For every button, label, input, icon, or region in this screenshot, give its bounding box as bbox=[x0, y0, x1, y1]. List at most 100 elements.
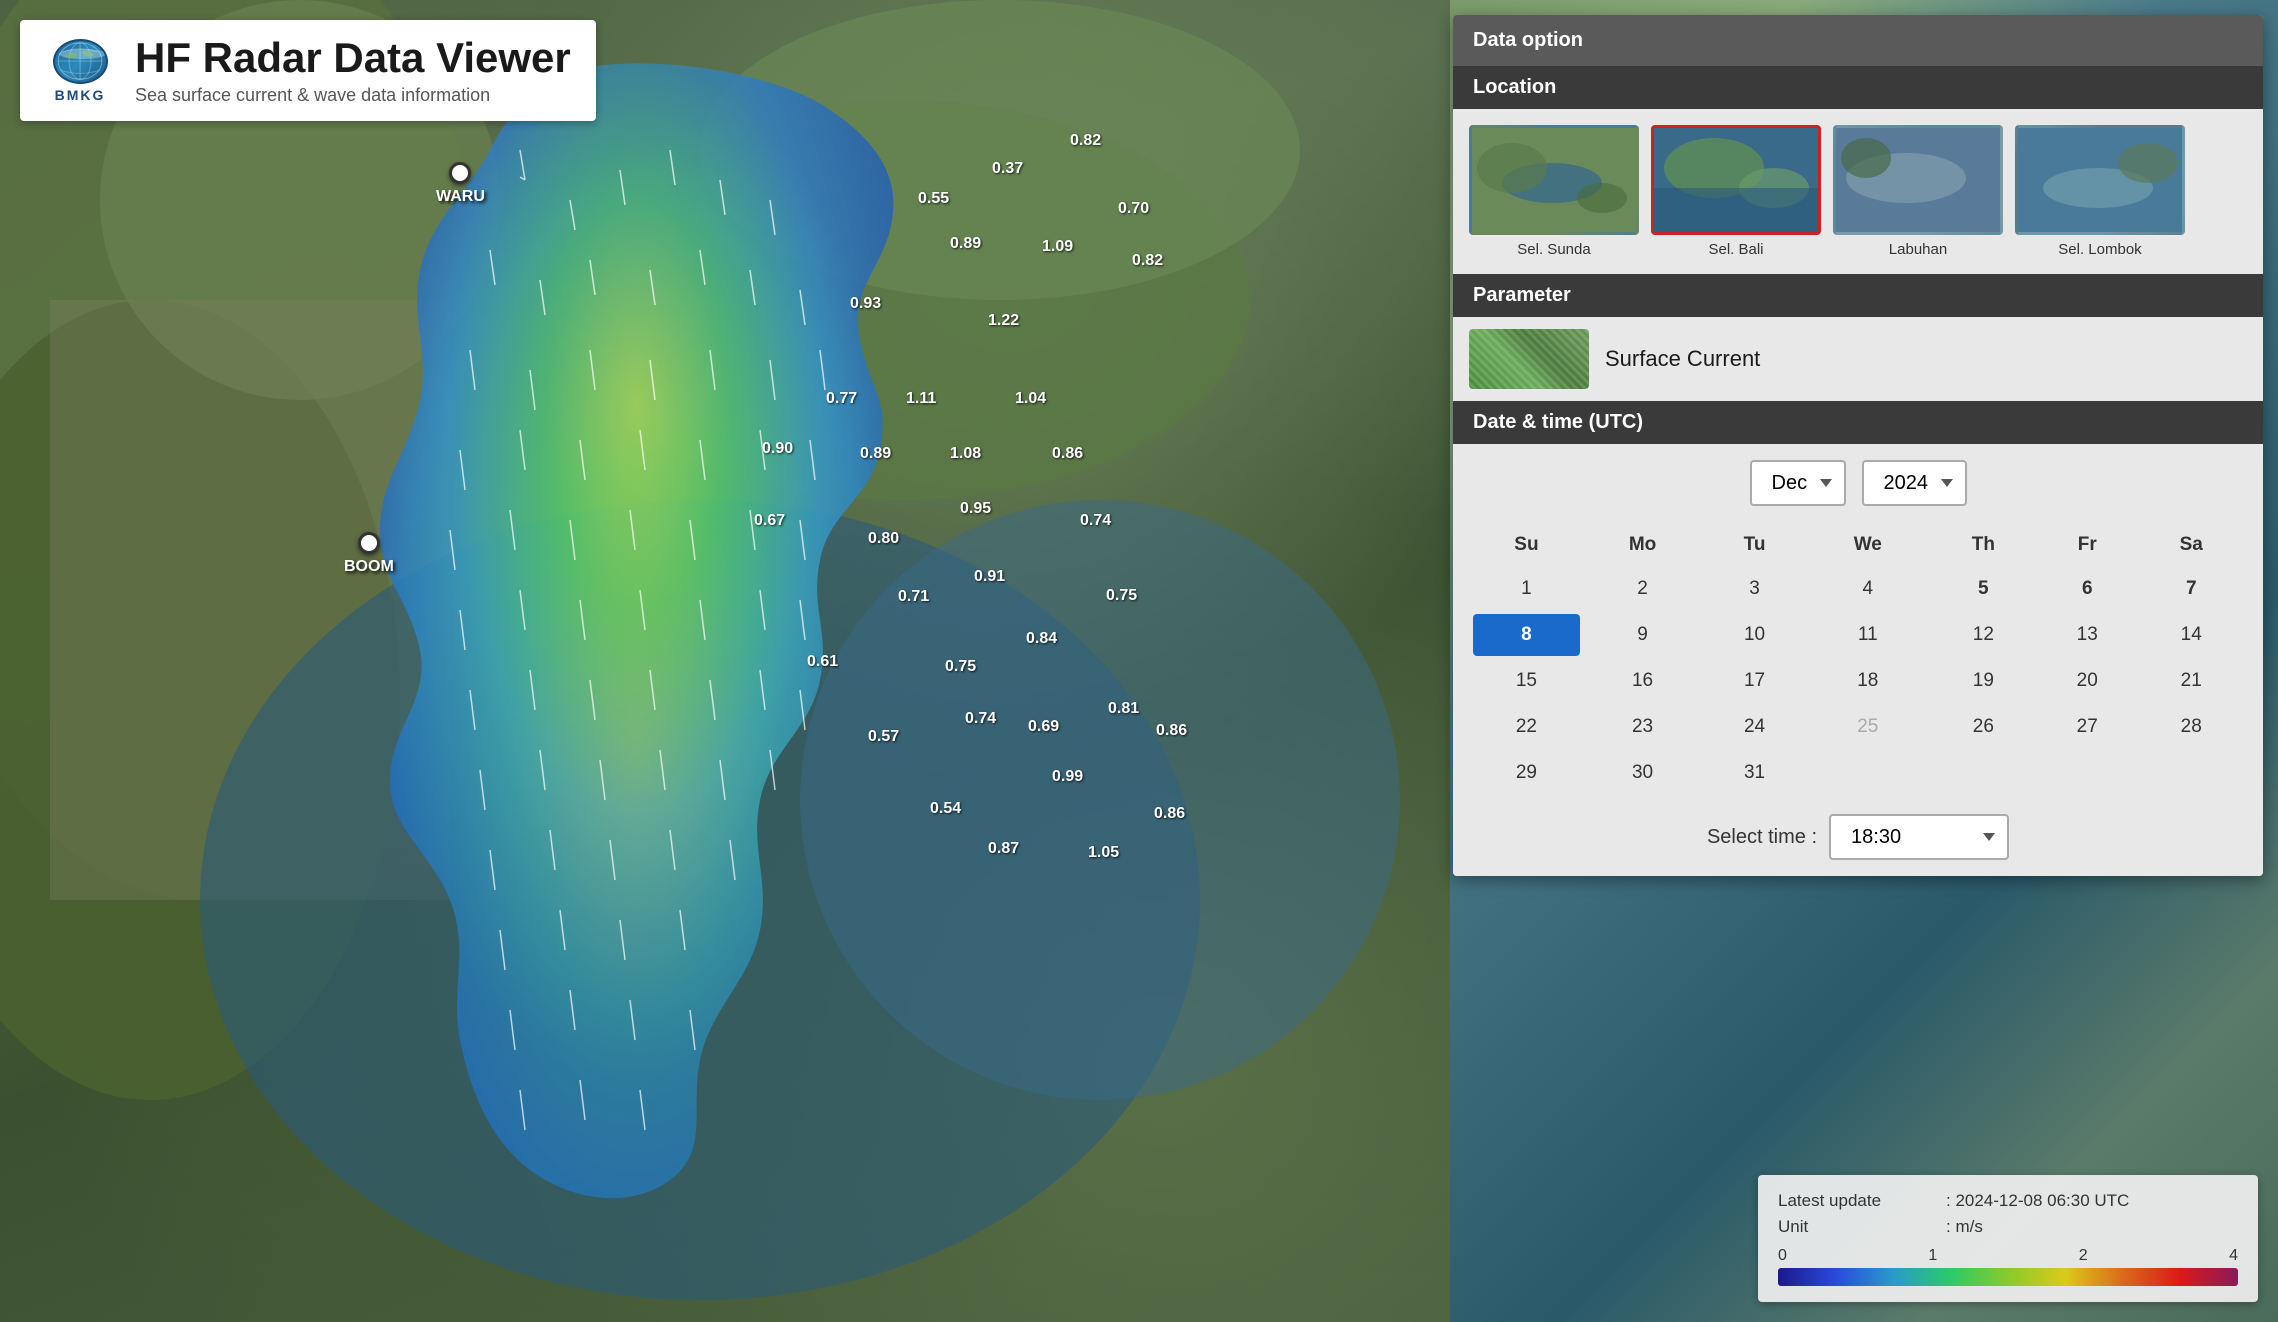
header-title-area: HF Radar Data Viewer Sea surface current… bbox=[135, 35, 571, 106]
location-sel-sunda[interactable]: Sel. Sunda bbox=[1469, 125, 1639, 258]
weekday-header-we: We bbox=[1808, 526, 1928, 564]
calendar-day-11[interactable]: 11 bbox=[1808, 614, 1928, 656]
unit-label: Unit bbox=[1778, 1217, 1938, 1237]
calendar-day-14[interactable]: 14 bbox=[2139, 614, 2243, 656]
right-panel: Data option Location Sel. Sunda bbox=[1453, 15, 2263, 876]
calendar-day-10[interactable]: 10 bbox=[1705, 614, 1804, 656]
calendar-day-1[interactable]: 1 bbox=[1473, 568, 1580, 610]
scale-labels: 0124 bbox=[1778, 1247, 2238, 1265]
param-preview bbox=[1469, 329, 1589, 389]
data-point-21: 0.91 bbox=[974, 568, 1005, 586]
logo: BMKG bbox=[45, 36, 115, 106]
scale-bar bbox=[1778, 1268, 2238, 1286]
data-point-7: 0.93 bbox=[850, 295, 881, 313]
location-sel-bali[interactable]: Sel. Bali bbox=[1651, 125, 1821, 258]
latest-update-row: Latest update : 2024-12-08 06:30 UTC bbox=[1778, 1191, 2238, 1211]
logo-globe-svg bbox=[55, 41, 106, 82]
data-point-6: 0.82 bbox=[1132, 252, 1163, 270]
calendar-table: SuMoTuWeThFrSa 1234567891011121314151617… bbox=[1469, 522, 2247, 798]
time-selector-row: Select time : 18:30 bbox=[1469, 814, 2247, 860]
parameter-section-header: Parameter bbox=[1453, 274, 2263, 317]
marker-waru: WARU bbox=[436, 162, 485, 206]
data-point-18: 0.95 bbox=[960, 500, 991, 518]
data-point-13: 0.89 bbox=[860, 445, 891, 463]
data-point-11: 1.04 bbox=[1015, 390, 1046, 408]
weekday-header-th: Th bbox=[1932, 526, 2035, 564]
calendar-day-7[interactable]: 7 bbox=[2139, 568, 2243, 610]
data-point-15: 0.86 bbox=[1052, 445, 1083, 463]
calendar-day-6[interactable]: 6 bbox=[2039, 568, 2135, 610]
data-point-34: 0.87 bbox=[988, 840, 1019, 858]
calendar-day-21[interactable]: 21 bbox=[2139, 660, 2243, 702]
data-point-26: 0.81 bbox=[1108, 700, 1139, 718]
logo-globe bbox=[53, 39, 108, 84]
calendar-day-16[interactable]: 16 bbox=[1584, 660, 1701, 702]
calendar-day-30[interactable]: 30 bbox=[1584, 752, 1701, 794]
time-selector[interactable]: 18:30 bbox=[1829, 814, 2009, 860]
param-label: Surface Current bbox=[1605, 346, 1760, 372]
unit-value: : m/s bbox=[1946, 1217, 1983, 1237]
calendar-day-23[interactable]: 23 bbox=[1584, 706, 1701, 748]
data-point-28: 0.74 bbox=[965, 710, 996, 728]
location-grid: Sel. Sunda Sel. Bali Labuha bbox=[1453, 109, 2263, 274]
calendar-day-9[interactable]: 9 bbox=[1584, 614, 1701, 656]
month-year-selectors: Dec 2024 bbox=[1469, 460, 2247, 506]
scale-label-4: 4 bbox=[2229, 1247, 2238, 1265]
time-label: Select time : bbox=[1707, 826, 1817, 849]
calendar-day-24[interactable]: 24 bbox=[1705, 706, 1804, 748]
calendar-day-3[interactable]: 3 bbox=[1705, 568, 1804, 610]
calendar-day-19[interactable]: 19 bbox=[1932, 660, 2035, 702]
marker-label-boom: BOOM bbox=[344, 558, 394, 576]
calendar-day-28[interactable]: 28 bbox=[2139, 706, 2243, 748]
calendar-day-20[interactable]: 20 bbox=[2039, 660, 2135, 702]
data-point-23: 0.61 bbox=[807, 653, 838, 671]
calendar-day-26[interactable]: 26 bbox=[1932, 706, 2035, 748]
latest-update-label: Latest update bbox=[1778, 1191, 1938, 1211]
weekday-header-fr: Fr bbox=[2039, 526, 2135, 564]
calendar-day-18[interactable]: 18 bbox=[1808, 660, 1928, 702]
data-point-33: 0.86 bbox=[1154, 805, 1185, 823]
data-point-32: 0.99 bbox=[1052, 768, 1083, 786]
calendar-day-empty bbox=[1932, 752, 2035, 794]
calendar-day-17[interactable]: 17 bbox=[1705, 660, 1804, 702]
data-point-1: 0.37 bbox=[992, 160, 1023, 178]
scale-bar-container: 0124 bbox=[1778, 1247, 2238, 1286]
datetime-section-header: Date & time (UTC) bbox=[1453, 401, 2263, 444]
data-point-19: 0.74 bbox=[1080, 512, 1111, 530]
calendar-day-empty bbox=[2039, 752, 2135, 794]
calendar-day-13[interactable]: 13 bbox=[2039, 614, 2135, 656]
calendar-day-22[interactable]: 22 bbox=[1473, 706, 1580, 748]
weekday-header-tu: Tu bbox=[1705, 526, 1804, 564]
calendar-day-25[interactable]: 25 bbox=[1808, 706, 1928, 748]
thumb-sel-sunda-img bbox=[1469, 125, 1639, 235]
calendar-day-empty bbox=[1808, 752, 1928, 794]
month-selector[interactable]: Dec bbox=[1750, 460, 1846, 506]
thumb-labuhan-label: Labuhan bbox=[1889, 241, 1947, 258]
data-point-35: 1.05 bbox=[1088, 844, 1119, 862]
year-selector[interactable]: 2024 bbox=[1862, 460, 1967, 506]
calendar-day-27[interactable]: 27 bbox=[2039, 706, 2135, 748]
data-point-12: 0.90 bbox=[762, 440, 793, 458]
thumb-sel-bali-img bbox=[1651, 125, 1821, 235]
calendar-day-12[interactable]: 12 bbox=[1932, 614, 2035, 656]
scale-label-2: 2 bbox=[2079, 1247, 2088, 1265]
calendar-day-2[interactable]: 2 bbox=[1584, 568, 1701, 610]
weekday-header-su: Su bbox=[1473, 526, 1580, 564]
calendar-day-5[interactable]: 5 bbox=[1932, 568, 2035, 610]
calendar-day-29[interactable]: 29 bbox=[1473, 752, 1580, 794]
parameter-area: Surface Current bbox=[1453, 317, 2263, 401]
calendar-day-4[interactable]: 4 bbox=[1808, 568, 1928, 610]
location-labuhan[interactable]: Labuhan bbox=[1833, 125, 2003, 258]
calendar-day-8[interactable]: 8 bbox=[1473, 614, 1580, 656]
app-subtitle: Sea surface current & wave data informat… bbox=[135, 85, 571, 106]
calendar-day-15[interactable]: 15 bbox=[1473, 660, 1580, 702]
location-sel-lombok[interactable]: Sel. Lombok bbox=[2015, 125, 2185, 258]
data-point-3: 0.70 bbox=[1118, 200, 1149, 218]
data-point-8: 1.22 bbox=[988, 312, 1019, 330]
thumb-sel-bali-label: Sel. Bali bbox=[1708, 241, 1763, 258]
calendar-day-31[interactable]: 31 bbox=[1705, 752, 1804, 794]
data-point-16: 0.67 bbox=[754, 512, 785, 530]
scale-label-0: 0 bbox=[1778, 1247, 1787, 1265]
data-point-25: 0.84 bbox=[1026, 630, 1057, 648]
marker-boom: BOOM bbox=[344, 532, 394, 576]
